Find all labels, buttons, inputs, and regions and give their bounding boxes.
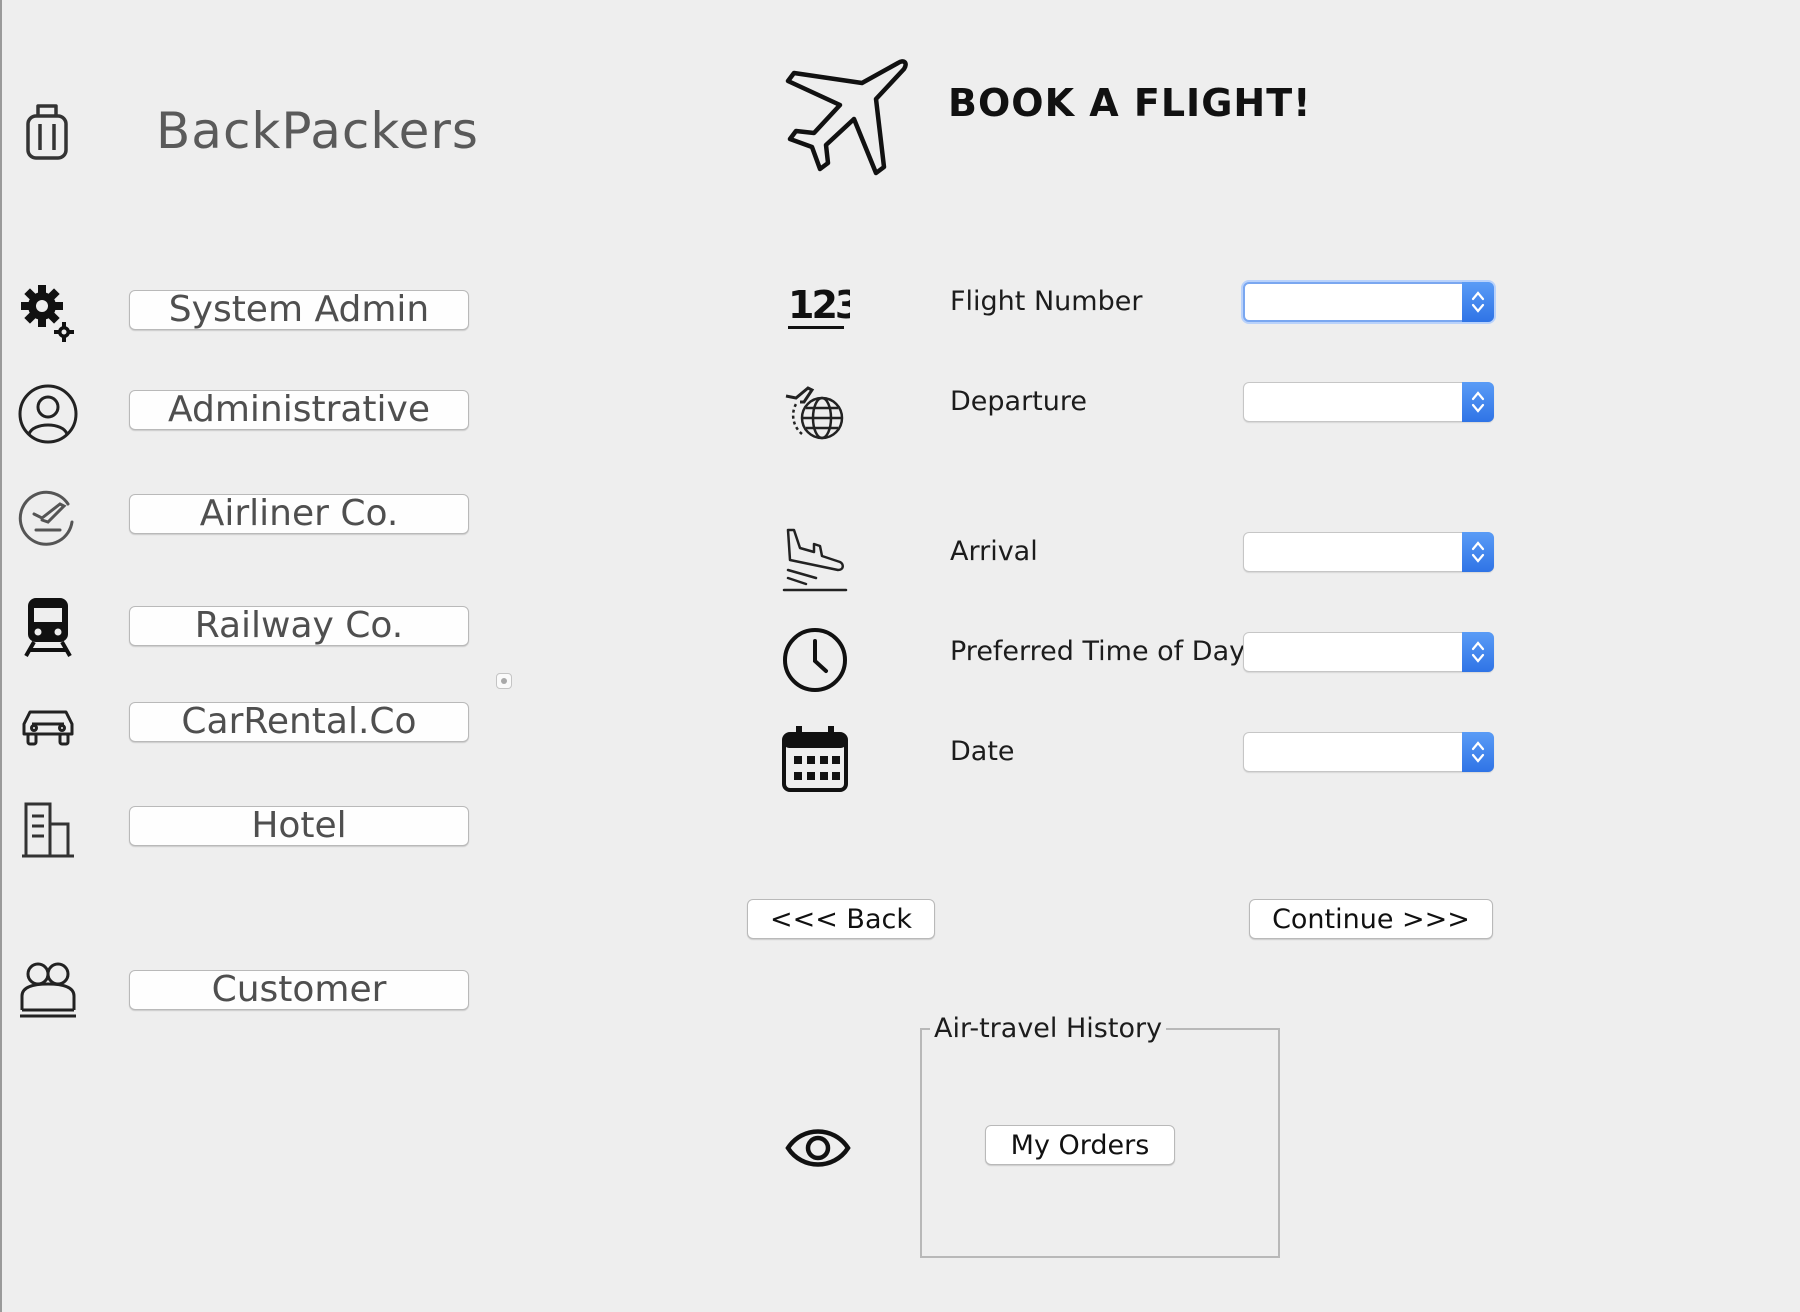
departure-select[interactable] bbox=[1243, 382, 1494, 422]
railway-co-button[interactable]: Railway Co. bbox=[129, 606, 469, 646]
airplane-icon bbox=[780, 55, 910, 180]
select-arrows-icon bbox=[1462, 532, 1494, 572]
arrival-label: Arrival bbox=[950, 536, 1038, 567]
customer-button[interactable]: Customer bbox=[129, 970, 469, 1010]
flight-number-select[interactable] bbox=[1243, 282, 1494, 322]
clock-icon bbox=[780, 625, 850, 695]
calendar-icon bbox=[780, 724, 850, 794]
my-orders-button[interactable]: My Orders bbox=[985, 1125, 1175, 1165]
preferred-time-select[interactable] bbox=[1243, 632, 1494, 672]
date-select[interactable] bbox=[1243, 732, 1494, 772]
flight-number-label: Flight Number bbox=[950, 286, 1143, 317]
plane-landing-icon bbox=[780, 526, 850, 596]
page-title: BOOK A FLIGHT! bbox=[948, 81, 1312, 125]
carrental-co-button[interactable]: CarRental.Co bbox=[129, 702, 469, 742]
window-left-border bbox=[0, 0, 2, 1312]
select-arrows-icon bbox=[1462, 632, 1494, 672]
arrival-select[interactable] bbox=[1243, 532, 1494, 572]
hotel-button[interactable]: Hotel bbox=[129, 806, 469, 846]
select-arrows-icon bbox=[1462, 282, 1494, 322]
globe-departure-icon bbox=[780, 374, 850, 444]
airliner-co-button[interactable]: Airliner Co. bbox=[129, 494, 469, 534]
train-icon bbox=[16, 594, 80, 658]
gears-icon bbox=[16, 280, 80, 344]
system-admin-button[interactable]: System Admin bbox=[129, 290, 469, 330]
select-arrows-icon bbox=[1462, 732, 1494, 772]
departure-label: Departure bbox=[950, 386, 1088, 417]
tiny-radio-control[interactable] bbox=[496, 673, 512, 689]
user-circle-icon bbox=[16, 382, 80, 446]
administrative-button[interactable]: Administrative bbox=[129, 390, 469, 430]
svg-text:123: 123 bbox=[788, 283, 850, 327]
users-icon bbox=[16, 956, 80, 1020]
airline-badge-icon bbox=[16, 484, 80, 548]
select-arrows-icon bbox=[1462, 382, 1494, 422]
building-icon bbox=[16, 796, 80, 860]
date-label: Date bbox=[950, 736, 1015, 767]
back-button[interactable]: <<< Back bbox=[747, 899, 935, 939]
air-travel-history-legend: Air-travel History bbox=[930, 1014, 1167, 1044]
preferred-time-label: Preferred Time of Day bbox=[950, 636, 1246, 667]
continue-button[interactable]: Continue >>> bbox=[1249, 899, 1493, 939]
numbers-123-icon: 123 bbox=[780, 274, 862, 344]
car-icon bbox=[16, 694, 80, 758]
app-title: BackPackers bbox=[156, 102, 479, 160]
eye-icon bbox=[784, 1118, 852, 1178]
luggage-icon bbox=[22, 100, 74, 162]
